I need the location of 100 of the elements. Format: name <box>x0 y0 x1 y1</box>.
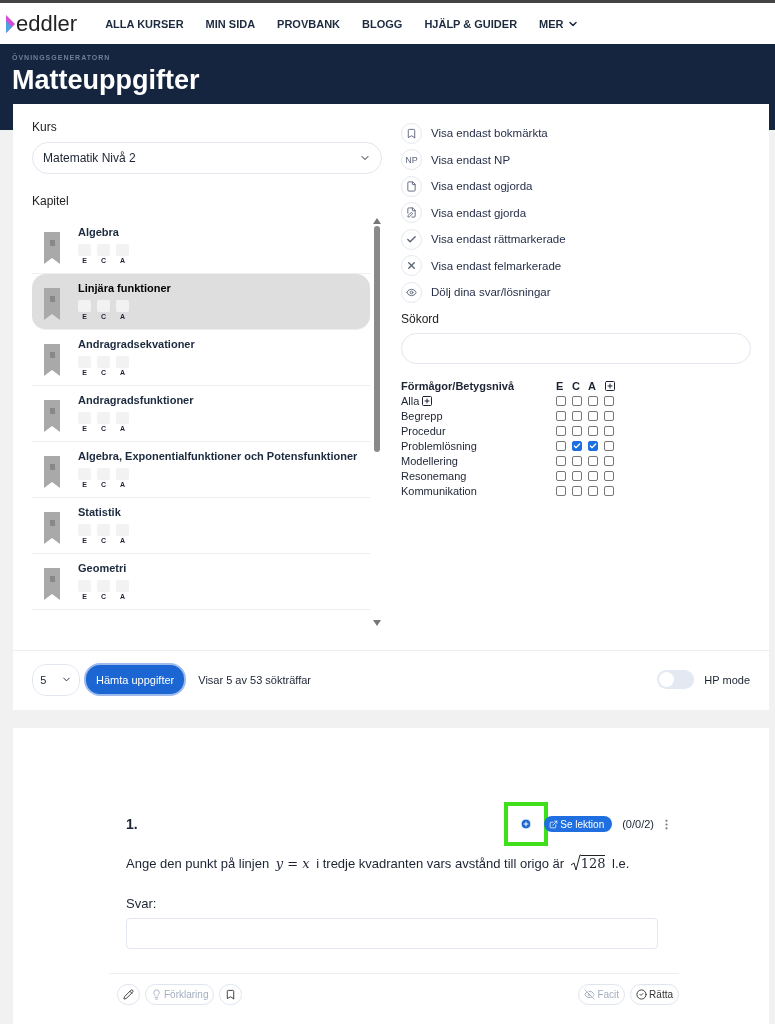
chapter-title: Geometri <box>78 562 128 574</box>
expand-icon[interactable] <box>421 394 434 407</box>
nav-link[interactable]: PROVBANK <box>277 17 341 30</box>
question-text: i tredje kvadranten vars avstånd till origo är <box>315 855 566 871</box>
ability-label: Kommunikation <box>401 484 477 497</box>
scrollbar-thumb[interactable] <box>374 226 380 452</box>
toggle-label: HP mode <box>704 673 750 686</box>
count-select[interactable]: 5 <box>32 663 80 696</box>
ribbon-icon <box>44 344 60 376</box>
checkbox[interactable] <box>556 425 566 436</box>
eddler-logo[interactable]: eddler <box>6 10 78 37</box>
chapter-title: Algebra <box>78 226 120 238</box>
filter-option[interactable]: Visa endast gjorda <box>401 199 751 226</box>
checkbox[interactable] <box>588 440 598 451</box>
column-heading: E <box>556 379 565 392</box>
checkbox[interactable] <box>572 425 582 436</box>
checkbox[interactable] <box>604 455 614 466</box>
nav-link[interactable]: BLOGG <box>362 17 403 30</box>
chapter-title: Algebra, Exponentialfunktioner och Potensfunktioner <box>78 450 358 462</box>
checkbox[interactable] <box>572 395 582 406</box>
scroll-down-icon[interactable] <box>373 620 381 626</box>
ability-label: Modellering <box>401 454 458 467</box>
checkbox[interactable] <box>604 395 614 406</box>
scroll-up-icon[interactable] <box>373 218 381 224</box>
checkbox[interactable] <box>556 395 566 406</box>
filter-option[interactable]: NP Visa endast NP <box>401 146 751 173</box>
column-heading: C <box>572 379 581 392</box>
chapter-title: Statistik <box>78 506 122 518</box>
external-link-icon <box>549 819 559 829</box>
checkbox[interactable] <box>588 470 598 481</box>
checkbox[interactable] <box>604 440 614 451</box>
footer-button[interactable]: Rätta <box>630 984 679 1005</box>
ribbon-icon <box>44 400 60 432</box>
field-label: Kapitel <box>32 194 70 208</box>
eye-off-icon <box>584 989 596 1000</box>
filter-option[interactable]: Visa endast rättmarkerade <box>401 226 751 253</box>
question-number: 1. <box>126 816 139 832</box>
checkbox[interactable] <box>556 470 566 481</box>
checkbox[interactable] <box>588 455 598 466</box>
field-label: Kurs <box>32 120 58 134</box>
checkbox[interactable] <box>604 470 614 481</box>
score-text: (0/0/2) <box>622 818 654 830</box>
page-title: Matteuppgifter <box>12 65 201 96</box>
lightbulb-icon <box>151 989 162 1000</box>
question-text: l.e. <box>611 855 630 871</box>
filter-option[interactable]: Visa endast felmarkerade <box>401 252 751 279</box>
checkbox[interactable] <box>588 425 598 436</box>
answer-field[interactable] <box>126 918 658 949</box>
ribbon-icon <box>44 288 60 320</box>
ability-label: Begrepp <box>401 409 443 422</box>
radical-sign <box>570 854 581 872</box>
results-text: Visar 5 av 53 sökträffar <box>198 673 312 686</box>
checkbox[interactable] <box>588 485 598 496</box>
toggle-switch[interactable] <box>657 670 695 689</box>
filter-option[interactable]: Dölj dina svar/lösningar <box>401 279 751 306</box>
checkbox[interactable] <box>572 470 582 481</box>
bookmark-button[interactable] <box>219 984 243 1005</box>
chapter-title: Andragradsekvationer <box>78 338 195 350</box>
search-field[interactable] <box>401 332 751 364</box>
chapter-title: Andragradsfunktioner <box>78 394 194 406</box>
nav-link[interactable]: MER <box>539 17 579 30</box>
checkbox[interactable] <box>604 485 614 496</box>
math-expression: y = x <box>275 855 310 871</box>
answer-label: Svar: <box>126 896 158 911</box>
column-heading: Förmågor/Betygsnivå <box>401 379 516 392</box>
ability-label: Resonemang <box>401 469 467 482</box>
expand-icon <box>604 379 616 392</box>
question-text: Ange den punkt på linjen <box>126 855 271 871</box>
ability-label: Procedur <box>401 424 446 437</box>
fetch-button[interactable]: Hämta uppgifter <box>84 663 187 696</box>
checkbox[interactable] <box>572 440 582 451</box>
chapter-title: Linjära funktioner <box>78 282 171 294</box>
column-heading: A <box>588 379 597 392</box>
checkbox[interactable] <box>556 485 566 496</box>
checkbox[interactable] <box>604 410 614 421</box>
nav-link[interactable]: HJÄLP & GUIDER <box>424 17 518 30</box>
checkbox[interactable] <box>572 485 582 496</box>
filter-option[interactable]: Visa endast ogjorda <box>401 173 751 200</box>
filter-option[interactable]: Visa endast bokmärkta <box>401 120 751 147</box>
checkbox[interactable] <box>556 440 566 451</box>
checkbox[interactable] <box>604 425 614 436</box>
nav-link[interactable]: ALLA KURSER <box>105 17 184 30</box>
field-label: Sökord <box>401 311 441 326</box>
bookmark-icon <box>225 989 237 1000</box>
checkbox[interactable] <box>572 410 582 421</box>
plus-icon <box>520 818 533 830</box>
ability-label: Alla <box>401 394 420 407</box>
check-circle-icon <box>636 989 648 1000</box>
pencil-icon <box>123 989 134 1000</box>
checkbox[interactable] <box>556 410 566 421</box>
square-root: 128 <box>570 854 606 872</box>
ribbon-icon <box>44 512 60 544</box>
lesson-button[interactable]: Se lektion <box>544 816 613 832</box>
ribbon-icon <box>44 456 60 488</box>
checkbox[interactable] <box>556 455 566 466</box>
nav-link[interactable]: MIN SIDA <box>205 17 256 30</box>
checkbox[interactable] <box>588 410 598 421</box>
checkbox[interactable] <box>572 455 582 466</box>
pencil-button[interactable] <box>117 984 140 1005</box>
checkbox[interactable] <box>588 395 598 406</box>
